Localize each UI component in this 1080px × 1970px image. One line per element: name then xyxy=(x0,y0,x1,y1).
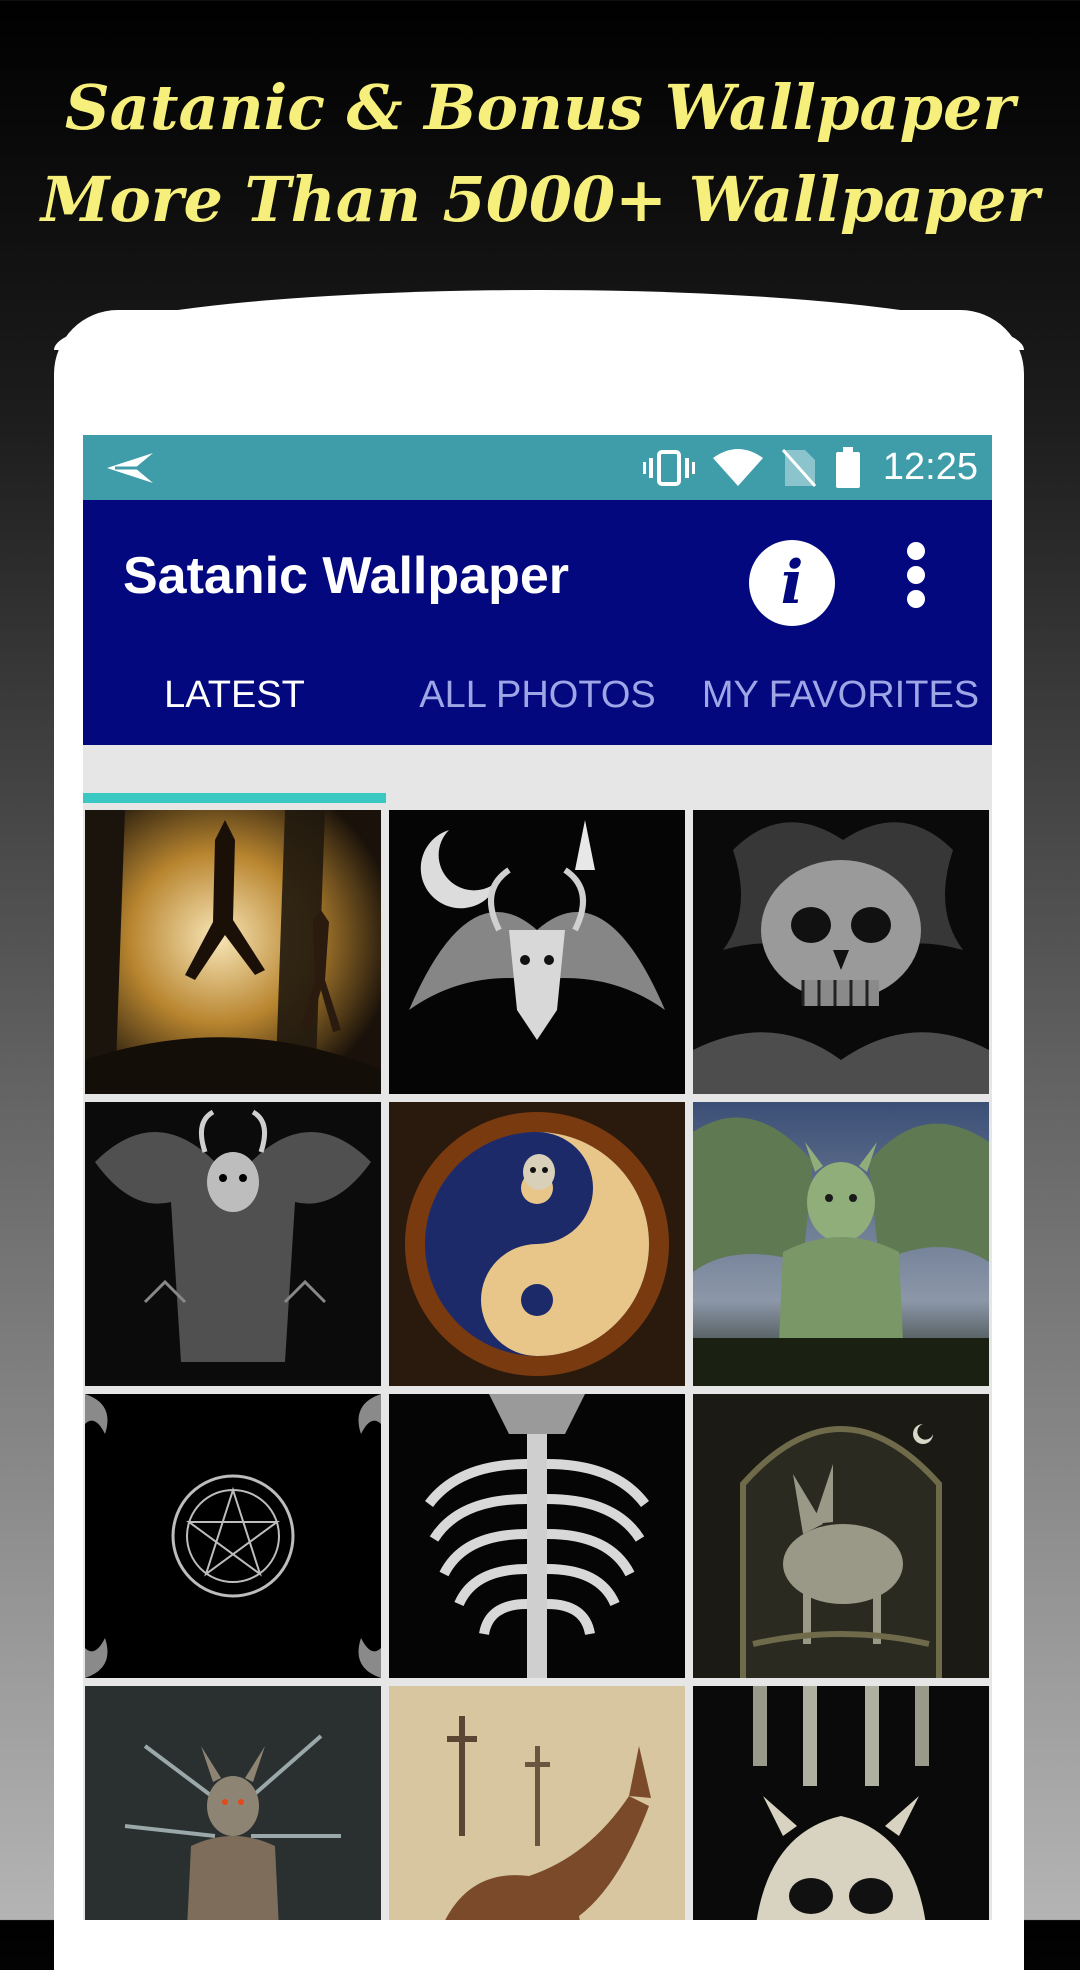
wallpaper-thumbnail[interactable] xyxy=(85,1686,381,1920)
wallpaper-thumbnail[interactable] xyxy=(693,1102,989,1386)
status-bar: 12:25 xyxy=(83,435,992,500)
wallpaper-thumbnail[interactable] xyxy=(693,1394,989,1678)
phone-frame-top xyxy=(54,290,1024,350)
vibrate-icon xyxy=(642,449,695,486)
status-icons: 12:25 xyxy=(642,435,978,500)
tab-indicator xyxy=(83,793,386,803)
app-title: Satanic Wallpaper xyxy=(123,547,569,605)
info-icon[interactable]: i xyxy=(749,540,835,626)
wallpaper-thumbnail[interactable] xyxy=(389,810,685,1094)
battery-icon xyxy=(835,446,860,488)
wallpaper-thumbnail[interactable] xyxy=(389,1102,685,1386)
tab-all-photos[interactable]: ALL PHOTOS xyxy=(386,655,689,745)
wallpaper-thumbnail[interactable] xyxy=(85,1102,381,1386)
app-screen: 12:25 Satanic Wallpaper i LATEST ALL PHO… xyxy=(83,435,992,1920)
status-time: 12:25 xyxy=(882,446,978,488)
tab-my-favorites[interactable]: MY FAVORITES xyxy=(689,655,992,745)
tab-latest[interactable]: LATEST xyxy=(83,655,386,745)
wifi-icon xyxy=(712,448,763,486)
wallpaper-thumbnail[interactable] xyxy=(85,810,381,1094)
no-sim-icon xyxy=(781,448,817,487)
wallpaper-thumbnail[interactable] xyxy=(693,1686,989,1920)
wallpaper-grid xyxy=(85,810,990,1920)
promo-line-2: More Than 5000+ Wallpaper xyxy=(40,163,1040,236)
promo-headline: Satanic & Bonus Wallpaper More Than 5000… xyxy=(0,62,1080,246)
more-vert-icon[interactable] xyxy=(901,542,931,622)
wallpaper-thumbnail[interactable] xyxy=(693,810,989,1094)
wallpaper-thumbnail[interactable] xyxy=(389,1686,685,1920)
app-bar: Satanic Wallpaper i xyxy=(83,500,992,655)
wallpaper-thumbnail[interactable] xyxy=(85,1394,381,1678)
send-icon xyxy=(107,453,153,483)
promo-line-1: Satanic & Bonus Wallpaper xyxy=(64,71,1016,144)
wallpaper-thumbnail[interactable] xyxy=(389,1394,685,1678)
tab-bar: LATEST ALL PHOTOS MY FAVORITES xyxy=(83,655,992,745)
